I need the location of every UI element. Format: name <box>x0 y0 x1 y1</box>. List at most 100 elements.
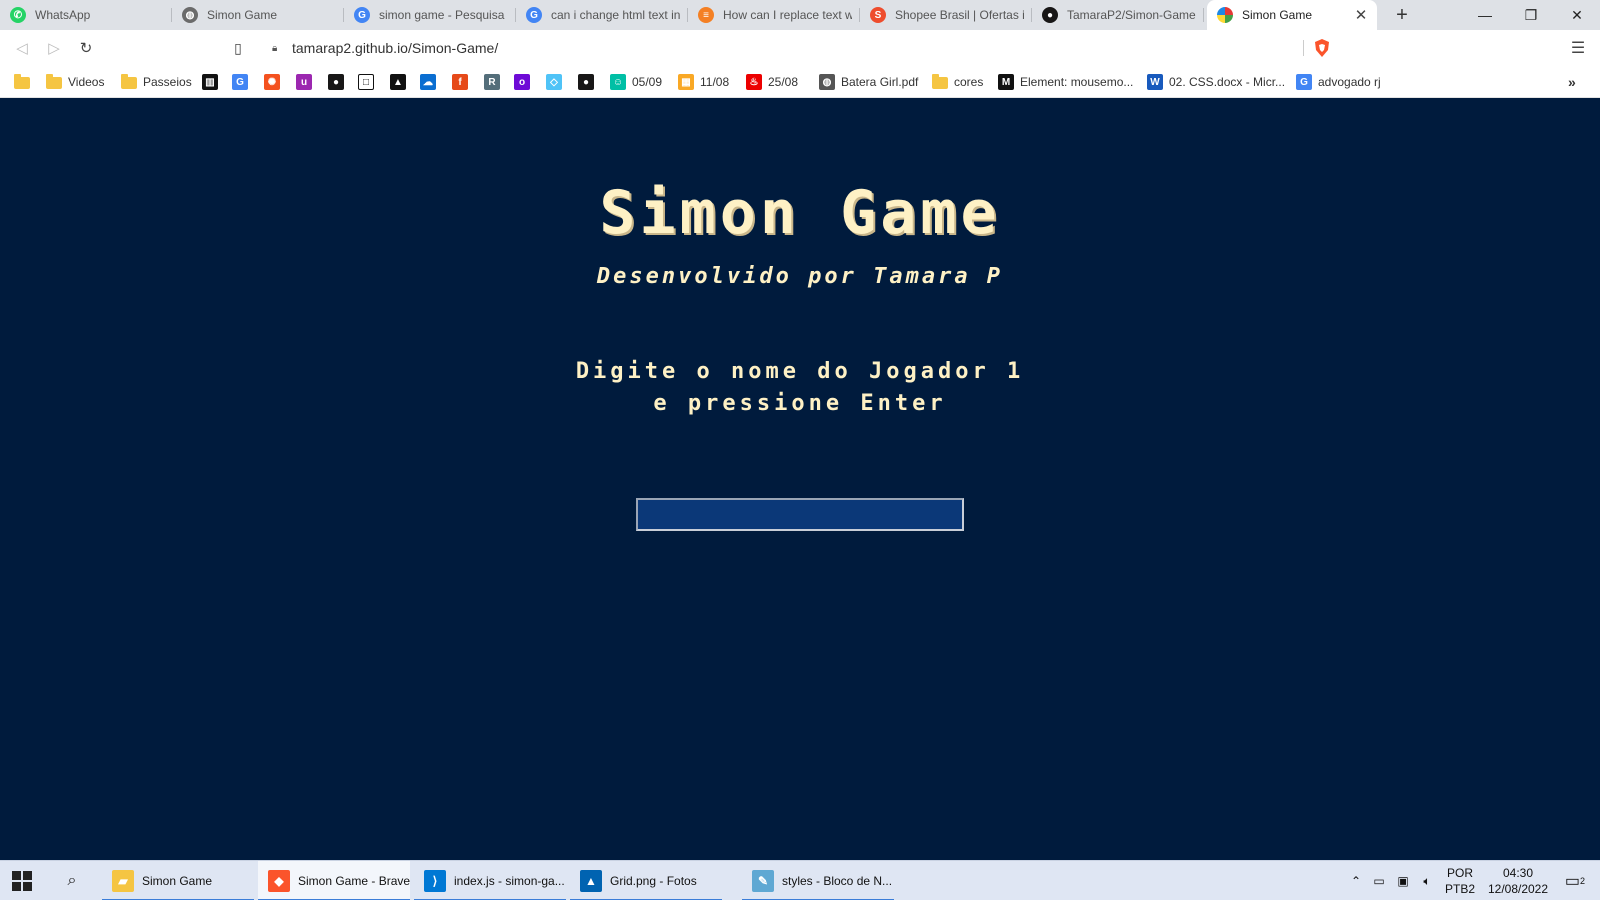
stackoverflow-icon: ≡ <box>698 7 714 23</box>
r-icon: R <box>484 74 500 90</box>
battery-icon[interactable]: ▭ <box>1370 861 1388 900</box>
github-icon: ● <box>578 74 594 90</box>
bookmark-item[interactable]: ● <box>578 72 594 92</box>
tray-chevron-icon[interactable]: ⌃ <box>1348 861 1364 900</box>
bookmark-item[interactable]: G <box>232 72 248 92</box>
player-name-input[interactable] <box>636 498 964 531</box>
tab-title: TamaraP2/Simon-Game: <box>1067 8 1196 22</box>
tab-2[interactable]: Gsimon game - Pesquisa G <box>344 0 516 30</box>
notification-count: 2 <box>1580 876 1586 886</box>
taskbar-item[interactable]: ▲ Grid.png - Fotos <box>570 861 722 900</box>
toolbar-divider <box>1303 40 1304 56</box>
google-icon: G <box>1296 74 1312 90</box>
google-icon: G <box>526 7 542 23</box>
bookmark-item[interactable]: o <box>514 72 530 92</box>
tab-5[interactable]: S Shopee Brasil | Ofertas in <box>860 0 1032 30</box>
bookmark-item[interactable]: R <box>484 72 500 92</box>
folder-icon <box>121 74 137 90</box>
bookmark-item[interactable]: ◍ Batera Girl.pdf <box>819 72 918 92</box>
olx-icon: o <box>514 74 530 90</box>
bookmarks-overflow-button[interactable]: » <box>1568 74 1576 90</box>
bookmark-item[interactable]: Passeios <box>121 72 192 92</box>
volume-icon[interactable]: 🔈︎ <box>1418 861 1436 900</box>
close-window-button[interactable]: ✕ <box>1554 0 1600 30</box>
taskbar-item[interactable]: ✎ styles - Bloco de N... <box>742 861 894 900</box>
network-icon[interactable]: ▣ <box>1394 861 1412 900</box>
tab-4[interactable]: ≡ How can I replace text wi <box>688 0 860 30</box>
bookmark-item[interactable]: M Element: mousemo... <box>998 72 1133 92</box>
instruction-line-2: e pressione Enter <box>653 391 947 416</box>
bookmark-page-icon[interactable]: ▯ <box>228 38 248 58</box>
tab-title: simon game - Pesquisa G <box>379 8 508 22</box>
bookmark-item[interactable]: ☁ <box>420 72 436 92</box>
simon-favicon-icon <box>1217 7 1233 23</box>
taskbar-item-label: Simon Game <box>142 874 213 888</box>
bookmark-item[interactable]: □ <box>358 72 374 92</box>
photos-icon: ▲ <box>580 870 602 892</box>
tab-title: How can I replace text wi <box>723 8 852 22</box>
address-bar[interactable]: 🔒︎ tamarap2.github.io/Simon-Game/ <box>258 35 1338 61</box>
close-tab-icon[interactable]: ✕ <box>1353 6 1369 24</box>
windows-start-button[interactable] <box>12 871 32 891</box>
bookmark-item[interactable]: ◇ <box>546 72 562 92</box>
bookmark-item[interactable]: u <box>296 72 312 92</box>
yellow-cal-icon: ▦ <box>678 74 694 90</box>
tab-3[interactable]: Gcan i change html text in <box>516 0 688 30</box>
language-indicator[interactable]: POR PTB2 <box>1440 861 1480 900</box>
bookmark-item[interactable]: Gadvogado rj <box>1296 72 1381 92</box>
taskbar-item[interactable]: ⟩ index.js - simon-ga... <box>414 861 566 900</box>
instruction-line-1: Digite o nome do Jogador 1 <box>575 359 1025 384</box>
page-subtitle: Desenvolvido por Tamara P <box>596 264 1004 289</box>
globe-icon: ◍ <box>182 7 198 23</box>
folder-icon <box>46 74 62 90</box>
clock[interactable]: 04:30 12/08/2022 <box>1480 861 1556 900</box>
menu-icon[interactable]: ☰ <box>1568 38 1588 58</box>
bookmark-item[interactable]: cores <box>932 72 983 92</box>
bookmark-item[interactable]: W 02. CSS.docx - Micr... <box>1147 72 1285 92</box>
brave-shield-icon[interactable] <box>1312 38 1332 58</box>
bookmark-label: Videos <box>68 75 105 89</box>
new-tab-button[interactable]: + <box>1390 0 1414 30</box>
bookmark-item[interactable]: ▥ <box>202 72 218 92</box>
bookmark-item[interactable]: ☺ 05/09 <box>610 72 662 92</box>
restore-button[interactable]: ❐ <box>1508 0 1554 30</box>
search-icon[interactable]: ⌕ <box>62 871 82 891</box>
tab-active-simon-game[interactable]: Simon Game ✕ <box>1207 0 1377 30</box>
taskbar-item-label: index.js - simon-ga... <box>454 874 565 888</box>
language-top: POR <box>1446 866 1473 880</box>
bookmark-item[interactable]: ✺ <box>264 72 280 92</box>
square-icon: □ <box>358 74 374 90</box>
tab-title: WhatsApp <box>35 8 91 22</box>
back-button[interactable]: ◁ <box>12 38 32 58</box>
google-icon: G <box>354 7 370 23</box>
notifications-icon[interactable]: ▭ 2 <box>1560 861 1590 900</box>
bookmark-item[interactable]: f <box>452 72 468 92</box>
folder-icon: ▰ <box>112 870 134 892</box>
minimize-button[interactable]: — <box>1462 0 1508 30</box>
word-icon: W <box>1147 74 1163 90</box>
reload-button[interactable]: ↻ <box>76 38 96 58</box>
taskbar-item[interactable]: ▰ Simon Game <box>102 861 254 900</box>
github-icon: ● <box>328 74 344 90</box>
bookmark-label: 05/09 <box>632 75 663 89</box>
bookmark-item[interactable]: ▦ 11/08 <box>678 72 729 92</box>
bookmark-item[interactable]: ● <box>328 72 344 92</box>
tab-6[interactable]: ● TamaraP2/Simon-Game: <box>1032 0 1204 30</box>
onedrive-icon: ☁ <box>420 74 436 90</box>
bookmark-item[interactable]: ♨ 25/08 <box>746 72 798 92</box>
bookmark-item[interactable]: ▲ <box>390 72 406 92</box>
tab-1[interactable]: ◍ Simon Game <box>172 0 344 30</box>
globe-icon: ◍ <box>819 74 835 90</box>
simon-game-page: Simon Game Desenvolvido por Tamara P Dig… <box>0 98 1600 860</box>
language-bottom: PTB2 <box>1444 882 1475 896</box>
forward-button[interactable]: ▷ <box>44 38 64 58</box>
player-instruction: Digite o nome do Jogador 1 e pressione E… <box>0 356 1600 420</box>
bookmark-item[interactable]: Videos <box>46 72 104 92</box>
google-icon: G <box>232 74 248 90</box>
github-icon: ● <box>1042 7 1058 23</box>
tab-0[interactable]: ✆ WhatsApp <box>0 0 172 30</box>
taskbar-item[interactable]: ◆ Simon Game - Brave <box>258 861 410 900</box>
browser-toolbar: ◁ ▷ ↻ ▯ 🔒︎ tamarap2.github.io/Simon-Game… <box>0 30 1600 66</box>
bookmark-item[interactable] <box>14 72 30 92</box>
bookmark-label: cores <box>954 75 984 89</box>
